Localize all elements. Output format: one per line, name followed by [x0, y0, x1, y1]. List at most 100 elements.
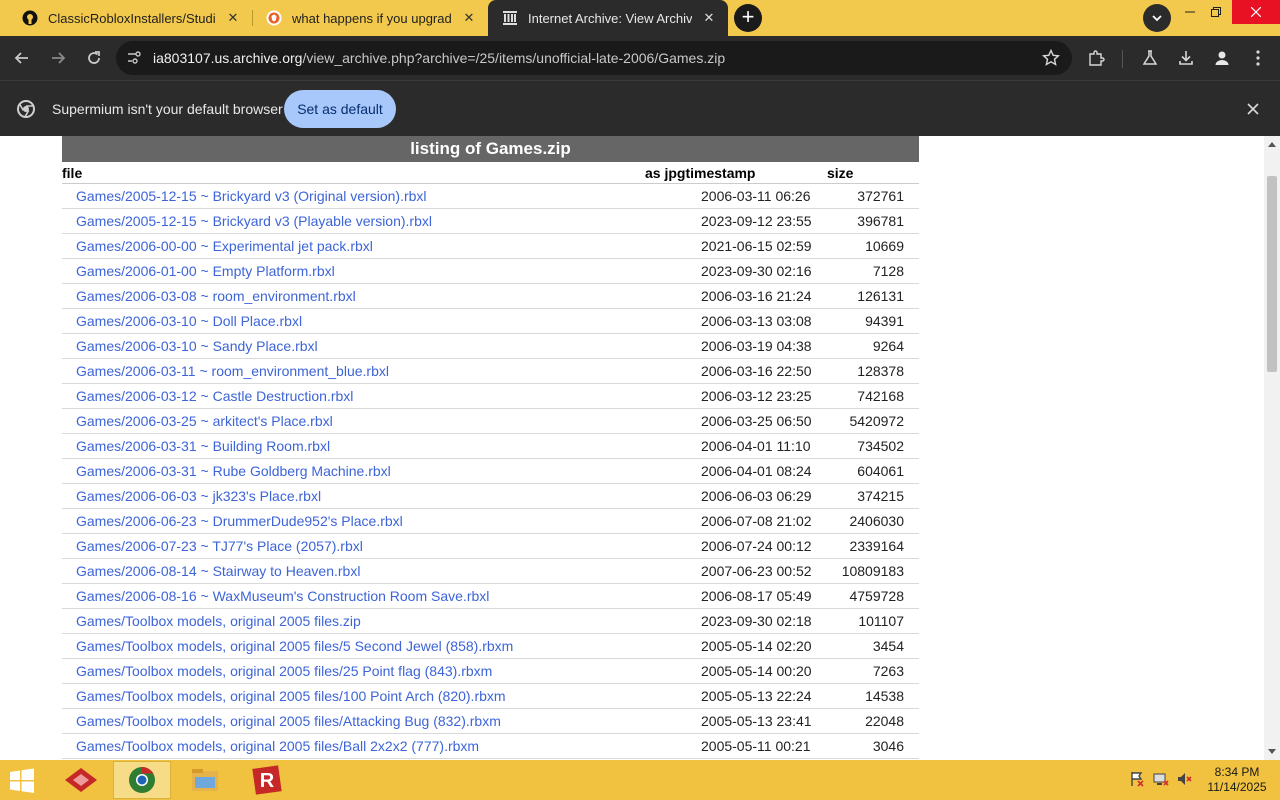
scroll-down-arrow-icon[interactable]: [1264, 744, 1280, 760]
file-size: 604061: [857, 463, 904, 479]
file-link[interactable]: Games/2006-03-25 ~ arkitect's Place.rbxl: [76, 413, 333, 429]
browser-toolbar: ia803107.us.archive.org/view_archive.php…: [0, 36, 1280, 80]
taskbar-browser[interactable]: [113, 761, 171, 799]
tab-github[interactable]: ClassicRobloxInstallers/Studio/2 ✕: [8, 0, 252, 36]
file-size: 126131: [857, 288, 904, 304]
file-timestamp: 2023-09-30 02:18: [701, 613, 812, 629]
scroll-up-arrow-icon[interactable]: [1264, 136, 1280, 152]
close-tab-icon[interactable]: ✕: [224, 9, 242, 27]
file-explorer-icon: [192, 769, 218, 791]
taskbar-roblox[interactable]: R: [238, 761, 296, 799]
system-clock[interactable]: 8:34 PM 11/14/2025: [1200, 765, 1274, 795]
bookmark-star-icon[interactable]: [1042, 49, 1060, 67]
restore-button[interactable]: [1198, 0, 1234, 24]
table-row: Games/2006-03-31 ~ Rube Goldberg Machine…: [62, 459, 919, 484]
file-timestamp: 2023-09-30 02:16: [701, 263, 812, 279]
forward-arrow-icon: [52, 52, 66, 64]
file-link[interactable]: Games/2006-06-03 ~ jk323's Place.rbxl: [76, 488, 321, 504]
vertical-scrollbar[interactable]: [1264, 136, 1280, 760]
file-link[interactable]: Games/2006-07-23 ~ TJ77's Place (2057).r…: [76, 538, 363, 554]
file-link[interactable]: Games/2006-06-23 ~ DrummerDude952's Plac…: [76, 513, 403, 529]
file-size: 7263: [872, 663, 904, 679]
taskbar-file-explorer[interactable]: [176, 761, 234, 799]
table-row: Games/2006-03-25 ~ arkitect's Place.rbxl…: [62, 409, 919, 434]
table-row: Games/2006-03-08 ~ room_environment.rbxl…: [62, 284, 919, 309]
file-link[interactable]: Games/Toolbox models, original 2005 file…: [76, 738, 479, 754]
back-button[interactable]: [8, 44, 36, 72]
extensions-button[interactable]: [1082, 44, 1110, 72]
file-link[interactable]: Games/Toolbox models, original 2005 file…: [76, 688, 506, 704]
file-timestamp: 2006-07-24 00:12: [701, 538, 812, 554]
file-link[interactable]: Games/2006-03-08 ~ room_environment.rbxl: [76, 288, 356, 304]
file-link[interactable]: Games/2006-03-31 ~ Rube Goldberg Machine…: [76, 463, 391, 479]
file-link[interactable]: Games/Toolbox models, original 2005 file…: [76, 663, 492, 679]
table-row: Games/Toolbox models, original 2005 file…: [62, 709, 919, 734]
download-icon: [1179, 51, 1193, 65]
tab-internet-archive[interactable]: Internet Archive: View Archive ✕: [488, 0, 728, 36]
labs-button[interactable]: [1136, 44, 1164, 72]
file-link[interactable]: Games/2006-08-14 ~ Stairway to Heaven.rb…: [76, 563, 360, 579]
start-button[interactable]: [4, 766, 40, 796]
roblox-icon: R: [252, 765, 282, 795]
new-tab-button[interactable]: +: [734, 4, 762, 32]
table-row: Games/2006-01-00 ~ Empty Platform.rbxl 20…: [62, 259, 919, 284]
table-row: Games/Toolbox models, original 2005 file…: [62, 634, 919, 659]
menu-button[interactable]: [1244, 44, 1272, 72]
network-icon[interactable]: [1152, 770, 1170, 788]
action-center-flag-icon[interactable]: [1128, 770, 1146, 788]
scrollbar-thumb[interactable]: [1267, 176, 1277, 372]
file-timestamp: 2006-07-08 21:02: [701, 513, 812, 529]
file-link[interactable]: Games/Toolbox models, original 2005 file…: [76, 638, 513, 654]
downloads-button[interactable]: [1172, 44, 1200, 72]
table-row: Games/2005-12-15 ~ Brickyard v3 (Playabl…: [62, 209, 919, 234]
file-timestamp: 2005-05-13 23:41: [701, 713, 812, 729]
listing-rows: Games/2005-12-15 ~ Brickyard v3 (Origina…: [62, 184, 919, 759]
file-size: 9264: [872, 338, 904, 354]
file-timestamp: 2023-09-12 23:55: [701, 213, 812, 229]
file-link[interactable]: Games/2005-12-15 ~ Brickyard v3 (Origina…: [76, 188, 427, 204]
file-link[interactable]: Games/2006-00-00 ~ Experimental jet pack…: [76, 238, 373, 254]
column-header-file: file: [62, 165, 83, 181]
file-link[interactable]: Games/2006-03-11 ~ room_environment_blue…: [76, 363, 389, 379]
forward-button[interactable]: [44, 44, 72, 72]
table-row: Games/2006-07-23 ~ TJ77's Place (2057).r…: [62, 534, 919, 559]
address-bar[interactable]: ia803107.us.archive.org/view_archive.php…: [116, 41, 1072, 75]
close-tab-icon[interactable]: ✕: [460, 9, 478, 27]
close-window-button[interactable]: [1232, 0, 1280, 24]
file-timestamp: 2006-03-13 03:08: [701, 313, 812, 329]
close-icon[interactable]: [1244, 100, 1262, 118]
file-link[interactable]: Games/2006-03-31 ~ Building Room.rbxl: [76, 438, 330, 454]
file-timestamp: 2006-03-25 06:50: [701, 413, 812, 429]
file-size: 3046: [872, 738, 904, 754]
github-icon: [22, 10, 38, 26]
file-timestamp: 2005-05-14 02:20: [701, 638, 812, 654]
file-timestamp: 2005-05-13 22:24: [701, 688, 812, 704]
url-host: ia803107.us.archive.org: [153, 50, 303, 66]
tab-brave-search[interactable]: what happens if you upgrade u ✕: [252, 0, 488, 36]
tab-title: ClassicRobloxInstallers/Studio/2: [48, 10, 216, 26]
file-link[interactable]: Games/2006-01-00 ~ Empty Platform.rbxl: [76, 263, 335, 279]
tab-search-button[interactable]: [1143, 4, 1171, 32]
reload-button[interactable]: [80, 44, 108, 72]
brave-search-icon: [266, 10, 282, 26]
site-settings-icon[interactable]: [126, 50, 142, 66]
file-timestamp: 2005-05-14 00:20: [701, 663, 812, 679]
set-as-default-button[interactable]: Set as default: [284, 90, 396, 128]
file-link[interactable]: Games/Toolbox models, original 2005 file…: [76, 613, 361, 629]
volume-muted-icon[interactable]: [1176, 770, 1194, 788]
table-row: Games/2006-06-23 ~ DrummerDude952's Plac…: [62, 509, 919, 534]
close-tab-icon[interactable]: ✕: [700, 9, 718, 27]
file-link[interactable]: Games/2006-03-10 ~ Doll Place.rbxl: [76, 313, 302, 329]
column-header-timestamp: as jpgtimestamp: [645, 165, 756, 181]
file-link[interactable]: Games/Toolbox models, original 2005 file…: [76, 713, 501, 729]
profile-button[interactable]: [1208, 44, 1236, 72]
page-content: listing of Games.zip file as jpgtimestam…: [0, 136, 1264, 760]
file-link[interactable]: Games/2005-12-15 ~ Brickyard v3 (Playabl…: [76, 213, 432, 229]
taskbar-app-red[interactable]: [52, 761, 110, 799]
file-link[interactable]: Games/2006-03-12 ~ Castle Destruction.rb…: [76, 388, 353, 404]
file-link[interactable]: Games/2006-03-10 ~ Sandy Place.rbxl: [76, 338, 318, 354]
file-link[interactable]: Games/2006-08-16 ~ WaxMuseum's Construct…: [76, 588, 489, 604]
file-timestamp: 2006-03-16 22:50: [701, 363, 812, 379]
file-timestamp: 2006-06-03 06:29: [701, 488, 812, 504]
windows-logo-icon: [10, 768, 34, 793]
